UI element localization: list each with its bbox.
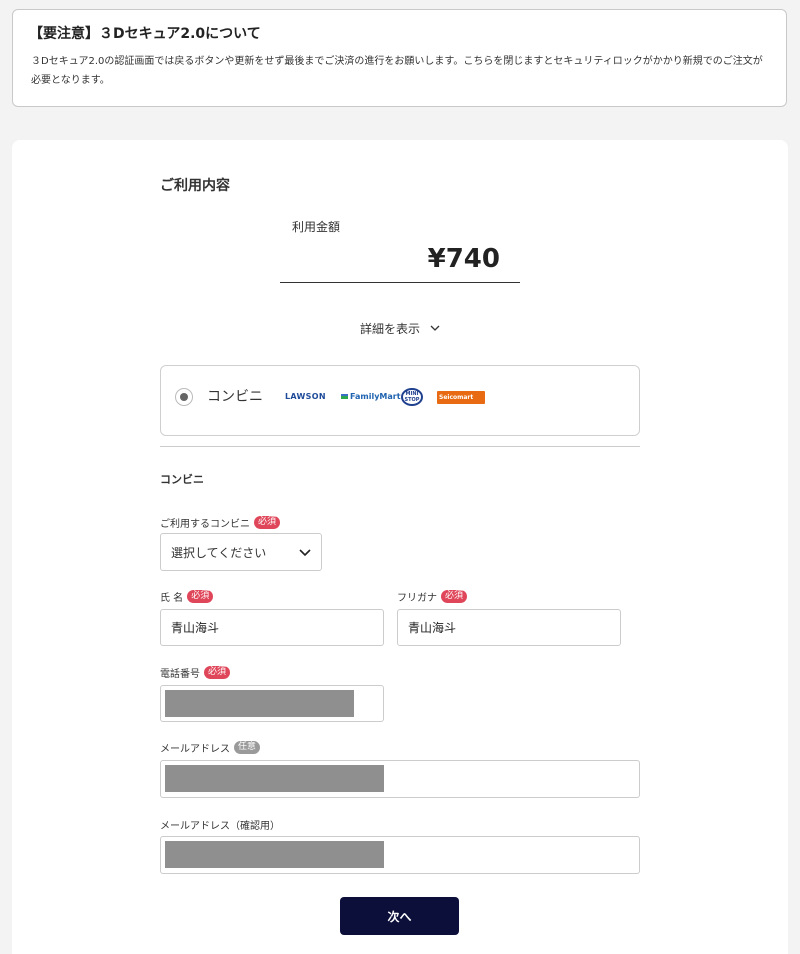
store-label: ご利用するコンビニ 必須 [160, 515, 281, 530]
security-notice: 【要注意】３Dセキュア2.0について ３Dセキュア2.0の認証画面では戻るボタン… [12, 9, 787, 107]
usage-title: ご利用内容 [160, 178, 230, 194]
redacted-value [165, 841, 384, 868]
chevron-down-icon [430, 325, 440, 331]
furigana-input[interactable]: 青山海斗 [397, 609, 621, 646]
convenience-section-title: コンビニ [160, 473, 204, 486]
furigana-label: フリガナ 必須 [397, 589, 468, 604]
next-button[interactable]: 次へ [340, 897, 459, 935]
notice-title: 【要注意】３Dセキュア2.0について [29, 26, 261, 42]
convenience-radio[interactable] [175, 388, 193, 406]
optional-badge: 任意 [234, 741, 261, 754]
required-badge: 必須 [204, 666, 231, 679]
redacted-value [165, 690, 354, 717]
notice-text: ３Dセキュア2.0の認証画面では戻るボタンや更新をせず最後までご決済の進行をお願… [31, 56, 763, 86]
lawson-logo: LAWSON [285, 392, 326, 401]
email-label: メールアドレス 任意 [160, 740, 261, 755]
email-confirm-label: メールアドレス（確認用） [160, 821, 280, 832]
seicomart-logo: Seicomart [437, 391, 485, 404]
required-badge: 必須 [441, 590, 468, 603]
email-confirm-input[interactable] [160, 836, 640, 874]
amount-label: 利用金額 [292, 220, 341, 234]
chevron-down-icon [299, 549, 311, 557]
show-details-label: 詳細を表示 [359, 321, 420, 336]
store-select[interactable]: 選択してください [160, 533, 322, 571]
amount-value: ¥740 [427, 244, 500, 274]
familymart-logo: FamilyMart [341, 392, 401, 401]
section-divider [160, 446, 640, 447]
redacted-value [165, 765, 384, 792]
name-input[interactable]: 青山海斗 [160, 609, 384, 646]
required-badge: 必須 [187, 590, 214, 603]
payment-method-label: コンビニ [207, 389, 263, 405]
email-input[interactable] [160, 760, 640, 798]
store-select-value: 選択してください [171, 545, 267, 560]
amount-underline [280, 282, 520, 283]
payment-method-convenience[interactable]: コンビニ LAWSON FamilyMart MINI STOP Seicoma… [160, 365, 640, 436]
phone-label: 電話番号 必須 [160, 665, 231, 680]
required-badge: 必須 [254, 516, 281, 529]
phone-input[interactable] [160, 685, 384, 722]
name-label: 氏 名 必須 [160, 589, 214, 604]
ministop-logo: MINI STOP [401, 388, 423, 406]
show-details-toggle[interactable]: 詳細を表示 [340, 318, 460, 338]
